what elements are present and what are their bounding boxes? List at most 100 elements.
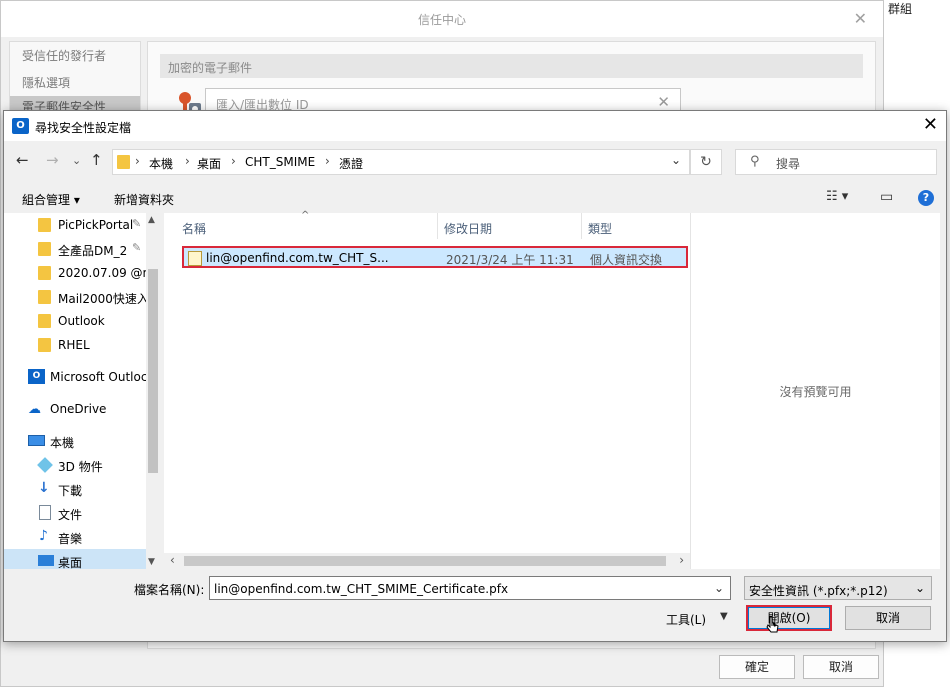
find-security-profile-dialog: O 尋找安全性設定檔 ✕ ← → ⌄ ↑ › 本機 › 桌面 › CHT_SMI… bbox=[3, 110, 947, 642]
sidebar-item-trusted-publishers[interactable]: 受信任的發行者 bbox=[10, 42, 140, 69]
file-type-select[interactable]: 安全性資訊 (*.pfx;*.p12) ⌄ bbox=[744, 576, 932, 600]
nav-item-documents[interactable]: 文件 bbox=[28, 501, 146, 525]
organize-button[interactable]: 組合管理 ▾ bbox=[22, 191, 80, 208]
file-name: lin@openfind.com.tw_CHT_S... bbox=[206, 251, 389, 265]
pin-icon: ✎ bbox=[132, 241, 142, 254]
recent-dropdown-icon[interactable]: ⌄ bbox=[72, 154, 81, 167]
navigation-pane: PicPickPortal ✎ 全產品DM_2 ✎ 2020.07.09 @m … bbox=[4, 213, 160, 569]
document-icon bbox=[39, 505, 51, 520]
tools-menu[interactable]: 工具(L) bbox=[666, 611, 706, 628]
help-icon[interactable]: ? bbox=[918, 190, 934, 206]
trust-center-close-icon[interactable]: ✕ bbox=[854, 9, 867, 28]
horizontal-scrollbar[interactable]: ‹ › bbox=[164, 553, 690, 569]
nav-item-microsoft-outlook[interactable]: O Microsoft Outloc bbox=[20, 365, 146, 389]
scroll-left-icon[interactable]: ‹ bbox=[170, 553, 175, 567]
nav-item-2020[interactable]: 2020.07.09 @m bbox=[28, 261, 146, 285]
nav-item-picpickportal[interactable]: PicPickPortal ✎ bbox=[28, 213, 146, 237]
nav-item-label: 文件 bbox=[58, 508, 83, 522]
view-options-icon[interactable]: ☷ ▾ bbox=[826, 189, 848, 204]
pin-icon: ✎ bbox=[132, 217, 142, 230]
breadcrumb-separator: › bbox=[135, 154, 140, 168]
nav-item-dm[interactable]: 全產品DM_2 ✎ bbox=[28, 237, 146, 261]
cancel-button[interactable]: 取消 bbox=[845, 606, 931, 630]
trust-center-sidebar: 受信任的發行者 隱私選項 電子郵件安全性 bbox=[9, 41, 141, 121]
nav-item-label: RHEL bbox=[58, 338, 90, 352]
new-folder-button[interactable]: 新增資料夾 bbox=[114, 191, 174, 208]
certificate-file-icon bbox=[188, 251, 202, 266]
filename-input[interactable]: lin@openfind.com.tw_CHT_SMIME_Certificat… bbox=[209, 576, 731, 600]
trust-center-cancel-button[interactable]: 取消 bbox=[803, 655, 879, 679]
tools-dropdown-icon[interactable]: ▼ bbox=[720, 611, 728, 622]
nav-item-mail2000[interactable]: Mail2000快速入 bbox=[28, 285, 146, 309]
chevron-down-icon[interactable]: ⌄ bbox=[714, 581, 724, 595]
nav-item-label: PicPickPortal bbox=[58, 218, 134, 232]
nav-item-label: Mail2000快速入 bbox=[58, 292, 146, 306]
folder-icon bbox=[38, 218, 51, 232]
import-export-close-icon[interactable]: ✕ bbox=[657, 93, 670, 111]
open-button[interactable]: 開啟(O) bbox=[746, 605, 832, 631]
trust-center-main-bottom bbox=[147, 641, 876, 649]
chevron-down-icon: ⌄ bbox=[914, 581, 925, 595]
trust-center-title: 信任中心 bbox=[417, 13, 466, 27]
scroll-up-icon[interactable]: ▲ bbox=[148, 215, 155, 225]
nav-item-this-pc[interactable]: 本機 bbox=[20, 429, 146, 453]
mouse-cursor-icon bbox=[766, 616, 779, 633]
nav-item-label: 桌面 bbox=[58, 556, 83, 569]
close-icon[interactable]: ✕ bbox=[923, 115, 938, 135]
file-list: ^ 名稱 修改日期 類型 lin@openfind.com.tw_CHT_S..… bbox=[164, 210, 690, 569]
nav-item-label: 本機 bbox=[50, 436, 75, 450]
forward-arrow-icon[interactable]: → bbox=[46, 151, 59, 169]
column-header-type[interactable]: 類型 bbox=[582, 213, 690, 239]
nav-scrollbar[interactable]: ▲ ▼ bbox=[146, 213, 160, 569]
refresh-icon[interactable]: ↻ bbox=[690, 149, 722, 175]
nav-item-label: 2020.07.09 @m bbox=[58, 266, 146, 280]
cube-icon bbox=[37, 457, 53, 473]
nav-item-label: 3D 物件 bbox=[58, 460, 103, 474]
breadcrumb-separator: › bbox=[231, 154, 236, 168]
nav-scrollbar-thumb[interactable] bbox=[148, 269, 158, 473]
sidebar-item-privacy-options[interactable]: 隱私選項 bbox=[10, 69, 140, 96]
music-note-icon: ♪ bbox=[39, 528, 48, 544]
breadcrumb-separator: › bbox=[325, 154, 330, 168]
breadcrumb-separator: › bbox=[185, 154, 190, 168]
search-placeholder: 搜尋 bbox=[776, 157, 801, 171]
nav-item-label: 音樂 bbox=[58, 532, 83, 546]
dialog-title: 尋找安全性設定檔 bbox=[35, 121, 132, 135]
search-input[interactable]: ⚲ 搜尋 bbox=[735, 149, 937, 175]
desktop-icon bbox=[38, 555, 54, 566]
scroll-down-icon[interactable]: ▼ bbox=[148, 557, 155, 567]
folder-icon bbox=[38, 290, 51, 304]
nav-item-3d-objects[interactable]: 3D 物件 bbox=[28, 453, 146, 477]
computer-icon bbox=[28, 435, 45, 446]
nav-item-music[interactable]: ♪ 音樂 bbox=[28, 525, 146, 549]
nav-item-desktop[interactable]: 桌面 bbox=[4, 549, 146, 569]
nav-item-rhel[interactable]: RHEL bbox=[28, 333, 146, 357]
preview-pane-icon[interactable]: ▭ bbox=[880, 189, 893, 205]
nav-item-label: 全產品DM_2 bbox=[58, 244, 128, 258]
file-modified: 2021/3/24 上午 11:31 bbox=[446, 253, 574, 267]
up-arrow-icon[interactable]: ↑ bbox=[90, 151, 103, 169]
breadcrumb-this-pc[interactable]: 本機 bbox=[149, 155, 173, 172]
address-bar[interactable]: › 本機 › 桌面 › CHT_SMIME › 憑證 ⌄ bbox=[112, 149, 690, 175]
group-label: 群組 bbox=[888, 2, 913, 16]
file-row-selected[interactable]: lin@openfind.com.tw_CHT_S... 2021/3/24 上… bbox=[182, 246, 688, 268]
breadcrumb-cht-smime[interactable]: CHT_SMIME bbox=[245, 155, 315, 169]
nav-item-outlook[interactable]: Outlook bbox=[28, 309, 146, 333]
breadcrumb-certificates[interactable]: 憑證 bbox=[339, 155, 363, 172]
column-header-modified[interactable]: 修改日期 bbox=[438, 213, 582, 239]
back-arrow-icon[interactable]: ← bbox=[16, 151, 29, 169]
nav-item-downloads[interactable]: ↓ 下載 bbox=[28, 477, 146, 501]
toolbar: 組合管理 ▾ 新增資料夾 ☷ ▾ ▭ ? bbox=[4, 185, 946, 213]
address-dropdown-icon[interactable]: ⌄ bbox=[671, 153, 681, 167]
horizontal-scrollbar-thumb[interactable] bbox=[184, 556, 666, 566]
breadcrumb-desktop[interactable]: 桌面 bbox=[197, 155, 221, 172]
scroll-right-icon[interactable]: › bbox=[679, 553, 684, 567]
filename-value: lin@openfind.com.tw_CHT_SMIME_Certificat… bbox=[214, 582, 509, 596]
nav-item-onedrive[interactable]: ☁ OneDrive bbox=[20, 397, 146, 421]
column-header-name[interactable]: 名稱 bbox=[176, 213, 438, 239]
filename-label: 檔案名稱(N): bbox=[134, 583, 205, 597]
nav-item-label: Outlook bbox=[58, 314, 105, 328]
encrypted-email-section-title: 加密的電子郵件 bbox=[160, 54, 863, 78]
no-preview-text: 沒有預覽可用 bbox=[779, 385, 852, 399]
ok-button[interactable]: 確定 bbox=[719, 655, 795, 679]
